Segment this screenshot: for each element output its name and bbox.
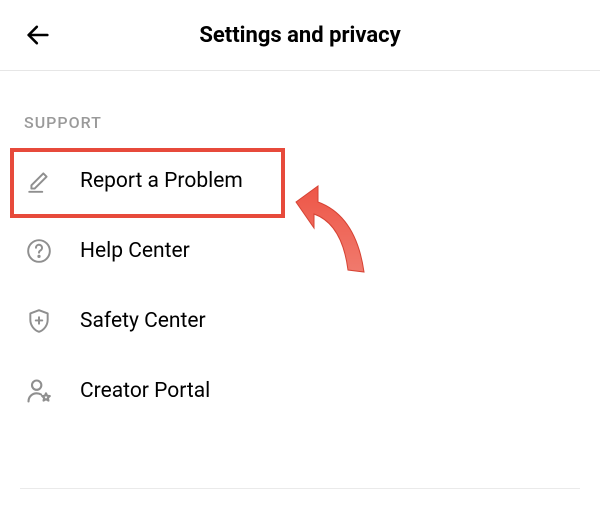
menu-item-help-center[interactable]: Help Center (0, 216, 600, 286)
question-icon (24, 236, 54, 266)
support-menu: Report a Problem Help Center Safety Cent… (0, 146, 600, 426)
bottom-divider (20, 488, 580, 489)
menu-item-report-problem[interactable]: Report a Problem (0, 146, 600, 216)
header: Settings and privacy (0, 0, 600, 70)
pencil-icon (24, 166, 54, 196)
menu-item-safety-center[interactable]: Safety Center (0, 286, 600, 356)
arrow-left-icon (24, 21, 52, 49)
person-star-icon (24, 376, 54, 406)
back-button[interactable] (22, 19, 54, 51)
menu-item-label: Help Center (80, 239, 190, 263)
menu-item-label: Creator Portal (80, 379, 210, 403)
section-header-support: SUPPORT (0, 71, 600, 146)
page-title: Settings and privacy (20, 23, 580, 48)
menu-item-creator-portal[interactable]: Creator Portal (0, 356, 600, 426)
menu-item-label: Safety Center (80, 309, 206, 333)
menu-item-label: Report a Problem (80, 169, 243, 193)
shield-plus-icon (24, 306, 54, 336)
